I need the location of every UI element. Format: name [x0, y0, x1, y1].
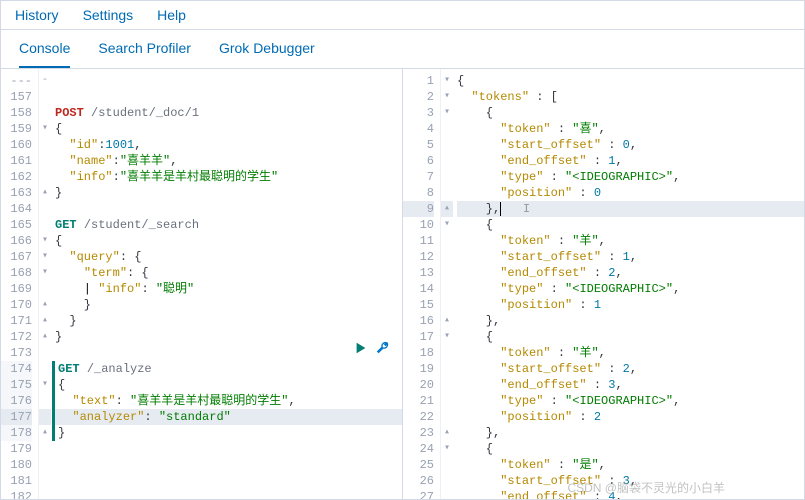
wrench-icon[interactable] [376, 341, 390, 359]
request-editor[interactable]: ---1571581591601611621631641651661671681… [1, 69, 403, 499]
request-actions [354, 341, 390, 359]
right-line-gutter: 1234567891011121314151617181920212223242… [403, 69, 441, 499]
tab-console[interactable]: Console [19, 40, 70, 68]
right-fold-gutter[interactable]: ▾▾▾▴▾▴▾▴▾ [441, 69, 453, 499]
request-code[interactable]: POST /student/_doc/1{ "id":1001, "name":… [51, 69, 402, 499]
menu-history[interactable]: History [15, 7, 59, 23]
tab-grok-debugger[interactable]: Grok Debugger [219, 40, 315, 68]
watermark: CSDN @脑袋不灵光的小白羊 [567, 479, 725, 496]
menu-help[interactable]: Help [157, 7, 186, 23]
response-viewer[interactable]: 1234567891011121314151617181920212223242… [403, 69, 804, 499]
left-fold-gutter[interactable]: -▾▴▾▾▾▴▴▴▾▴ [39, 69, 51, 499]
top-menu: History Settings Help [1, 1, 804, 30]
left-line-gutter: ---1571581591601611621631641651661671681… [1, 69, 39, 499]
send-request-icon[interactable] [354, 341, 368, 359]
response-code[interactable]: { "tokens" : [ { "token" : "喜", "start_o… [453, 69, 804, 499]
tabs: Console Search Profiler Grok Debugger [1, 30, 804, 69]
editor-split: ---1571581591601611621631641651661671681… [1, 69, 804, 499]
tab-search-profiler[interactable]: Search Profiler [98, 40, 191, 68]
menu-settings[interactable]: Settings [83, 7, 134, 23]
